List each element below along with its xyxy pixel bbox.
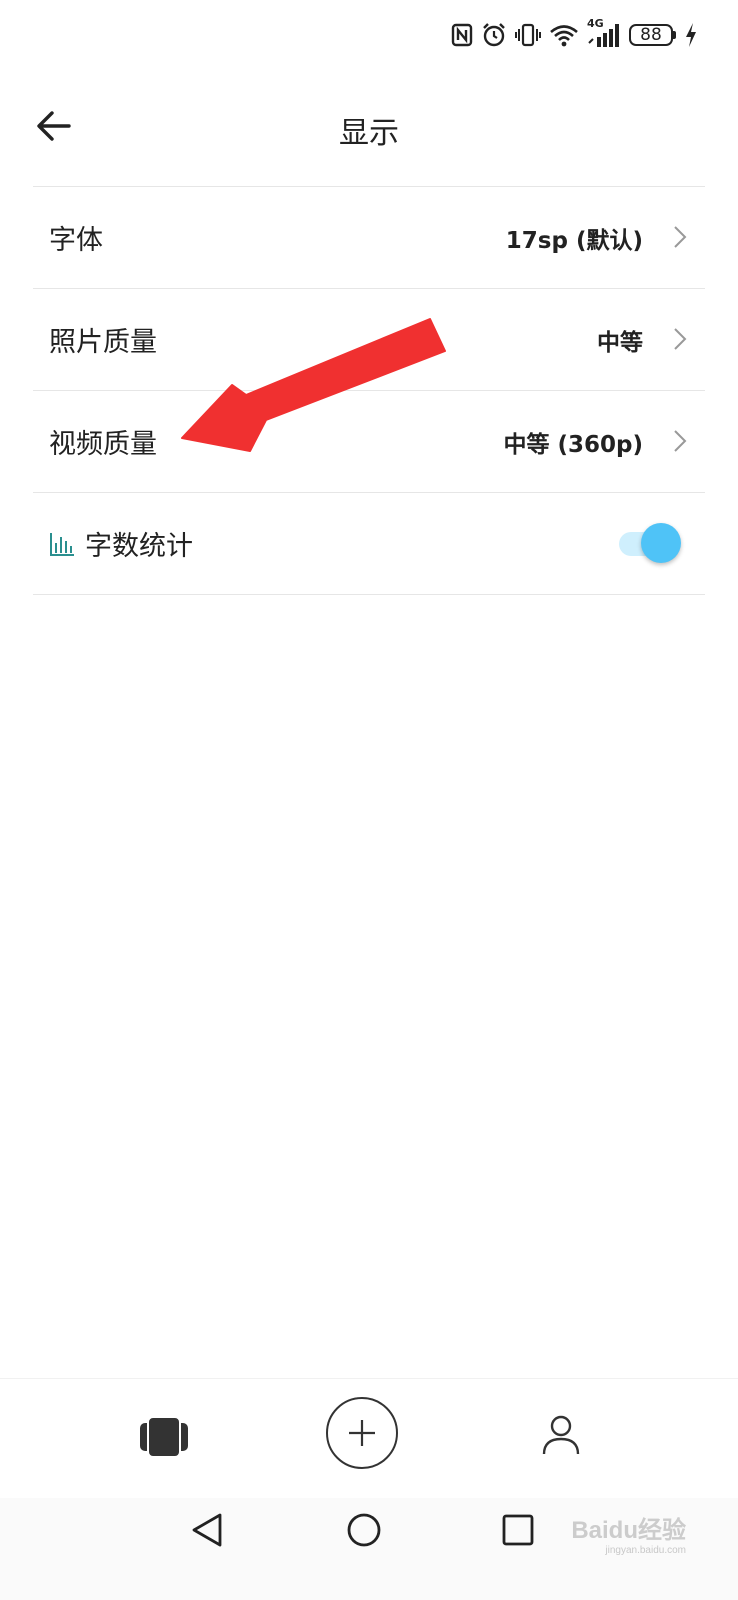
toggle-knob: [641, 523, 681, 563]
add-icon: [326, 1397, 398, 1469]
charging-icon: [686, 23, 696, 47]
wifi-icon: [550, 25, 578, 47]
setting-label: 字体: [49, 225, 103, 256]
page-title: 显示: [339, 116, 399, 151]
setting-label: 照片质量: [49, 327, 157, 358]
battery-level: 88: [629, 24, 673, 46]
setting-value: 中等: [597, 329, 643, 356]
chevron-right-icon: [674, 430, 687, 452]
setting-video-quality[interactable]: 视频质量 中等 (360p): [33, 391, 705, 493]
setting-font[interactable]: 字体 17sp (默认): [33, 187, 705, 289]
nav-add-button[interactable]: [325, 1396, 399, 1470]
bottom-nav: [0, 1378, 738, 1499]
watermark-text: Baidu经验: [571, 1517, 686, 1544]
system-back-button[interactable]: [184, 1508, 230, 1552]
signal-icon: [588, 24, 619, 47]
home-circle-icon: [347, 1513, 381, 1547]
setting-label: 字数统计: [85, 531, 193, 562]
setting-value: 17sp (默认): [505, 227, 643, 254]
battery-icon: 88: [629, 24, 676, 46]
nav-profile[interactable]: [538, 1412, 584, 1458]
bar-chart-icon: [50, 532, 74, 556]
chevron-right-icon: [674, 328, 687, 350]
recents-square-icon: [502, 1514, 534, 1546]
status-bar: 4G 88: [0, 0, 738, 70]
system-recents-button[interactable]: [496, 1508, 540, 1552]
setting-label-group: 字数统计: [49, 524, 193, 563]
profile-icon: [542, 1415, 580, 1455]
signal-group: 4G: [587, 17, 621, 49]
watermark-subtext: jingyan.baidu.com: [605, 1545, 686, 1556]
setting-label: 视频质量: [49, 429, 157, 460]
setting-value: 中等 (360p): [503, 431, 643, 458]
nfc-icon: [451, 23, 473, 47]
status-icons: 4G 88: [451, 17, 698, 50]
alarm-icon: [483, 23, 505, 47]
chevron-right-icon: [674, 226, 687, 248]
title-bar: 显示: [0, 90, 738, 162]
notes-icon: [140, 1416, 188, 1458]
setting-photo-quality[interactable]: 照片质量 中等: [33, 289, 705, 391]
baidu-watermark: Baidu经验 jingyan.baidu.com: [571, 1510, 686, 1556]
vibrate-icon: [515, 23, 541, 47]
back-triangle-icon: [192, 1513, 222, 1547]
settings-list: 字体 17sp (默认) 照片质量 中等 视频质量 中等 (360p) 字数统计: [33, 186, 705, 595]
system-home-button[interactable]: [342, 1508, 386, 1552]
nav-notes[interactable]: [136, 1409, 192, 1465]
word-count-toggle[interactable]: [617, 521, 683, 565]
setting-word-count: 字数统计: [33, 493, 705, 595]
